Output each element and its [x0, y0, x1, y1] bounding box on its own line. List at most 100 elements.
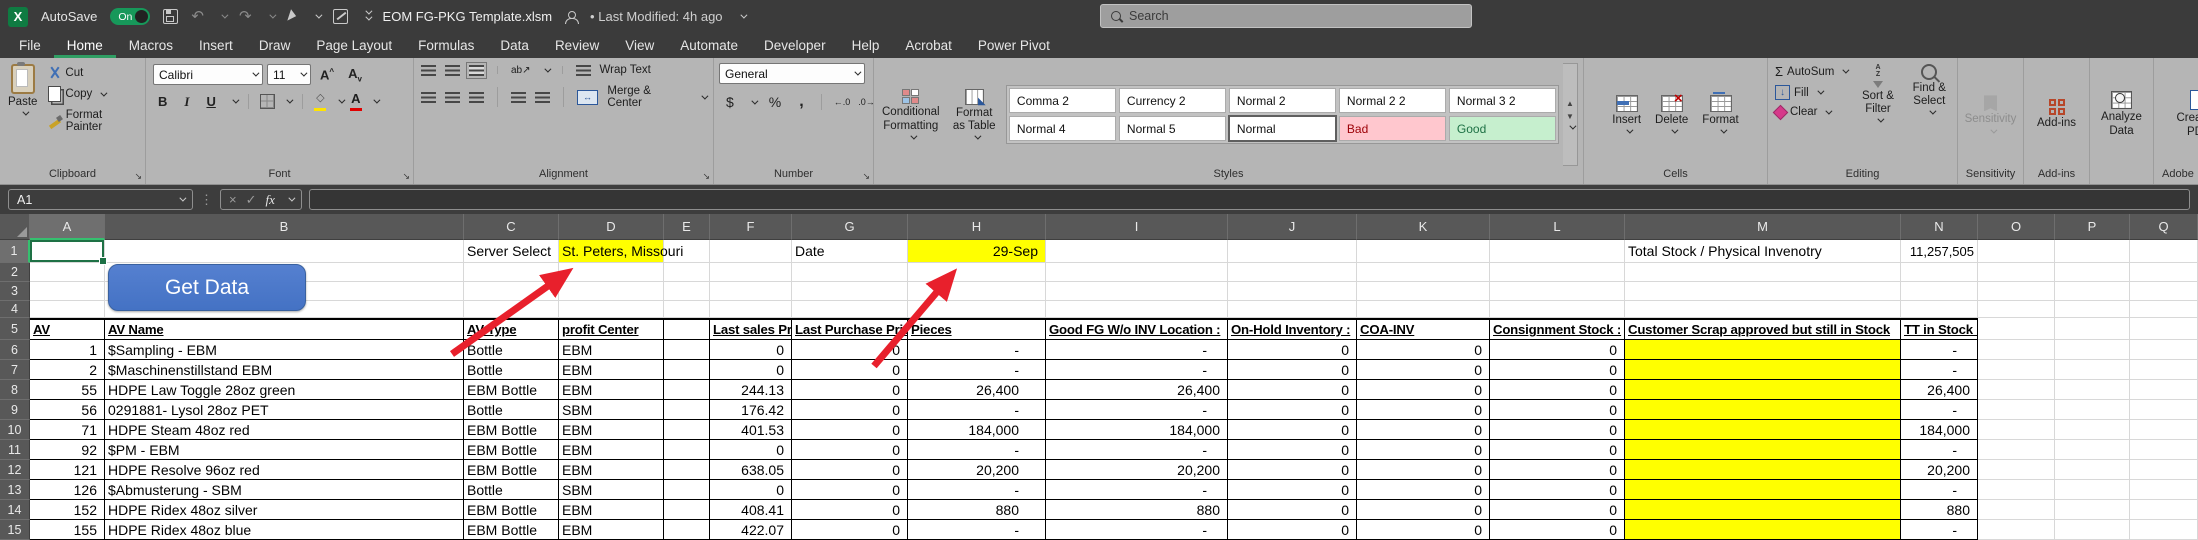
decrease-decimal-button[interactable]: .0→ [858, 97, 875, 107]
cell-P13[interactable] [2055, 480, 2130, 500]
cell-F5[interactable]: Last sales Price [710, 318, 792, 340]
cell-I13[interactable]: - [1046, 480, 1228, 500]
bold-button[interactable]: B [153, 93, 172, 110]
cell-Q12[interactable] [2130, 460, 2198, 480]
cell-L3[interactable] [1490, 282, 1625, 301]
redo-icon[interactable]: ↷ [239, 9, 252, 24]
tab-home[interactable]: Home [54, 33, 116, 58]
comma-style-button[interactable]: , [794, 92, 808, 112]
tab-draw[interactable]: Draw [246, 33, 304, 58]
cell-F10[interactable]: 401.53 [710, 420, 792, 440]
cell-I10[interactable]: 184,000 [1046, 420, 1228, 440]
cell-I3[interactable] [1046, 282, 1228, 301]
cell-J2[interactable] [1228, 263, 1357, 282]
tab-data[interactable]: Data [487, 33, 542, 58]
cell-A11[interactable]: 92 [30, 440, 105, 460]
style-normal-5[interactable]: Normal 5 [1119, 116, 1226, 141]
col-header-F[interactable]: F [710, 214, 792, 240]
cell-A6[interactable]: 1 [30, 340, 105, 360]
cell-A13[interactable]: 126 [30, 480, 105, 500]
underline-button[interactable]: U [201, 93, 220, 110]
row-header-7[interactable]: 7 [0, 360, 30, 380]
cell-G5[interactable]: Last Purchase Price [792, 318, 908, 340]
col-header-P[interactable]: P [2055, 214, 2130, 240]
cell-J1[interactable] [1228, 240, 1357, 263]
style-bad[interactable]: Bad [1339, 116, 1446, 141]
cell-M5[interactable]: Customer Scrap approved but still in Sto… [1625, 318, 1901, 340]
col-header-G[interactable]: G [792, 214, 908, 240]
cell-M10[interactable] [1625, 420, 1901, 440]
align-left-icon[interactable] [421, 92, 436, 103]
cell-E12[interactable] [664, 460, 710, 480]
cell-M3[interactable] [1625, 282, 1901, 301]
tab-automate[interactable]: Automate [667, 33, 751, 58]
cell-M4[interactable] [1625, 301, 1901, 318]
cell-A9[interactable]: 56 [30, 400, 105, 420]
cell-A4[interactable] [30, 301, 105, 318]
cell-P5[interactable] [2055, 318, 2130, 340]
sort-filter-button[interactable]: AZ Sort & Filter [1854, 63, 1901, 124]
cell-C13[interactable]: Bottle [464, 480, 559, 500]
cell-O6[interactable] [1978, 340, 2055, 360]
cell-H11[interactable]: - [908, 440, 1046, 460]
redo-chevron-icon[interactable] [269, 12, 276, 19]
cell-M15[interactable] [1625, 520, 1901, 540]
cell-C8[interactable]: EBM Bottle [464, 380, 559, 400]
style-normal-3-2[interactable]: Normal 3 2 [1449, 88, 1556, 113]
align-middle-icon[interactable] [445, 65, 460, 76]
cell-J5[interactable]: On-Hold Inventory : [1228, 318, 1357, 340]
accounting-format-button[interactable]: $ [721, 93, 739, 111]
cell-D14[interactable]: EBM [559, 500, 664, 520]
cell-K8[interactable]: 0 [1357, 380, 1490, 400]
autosave-toggle[interactable]: On [110, 8, 150, 25]
cell-L14[interactable]: 0 [1490, 500, 1625, 520]
col-header-K[interactable]: K [1357, 214, 1490, 240]
copy-button[interactable]: Copy [46, 85, 140, 103]
style-normal-4[interactable]: Normal 4 [1009, 116, 1116, 141]
cell-N10[interactable]: 184,000 [1901, 420, 1978, 440]
cell-A2[interactable] [30, 263, 105, 282]
cell-L15[interactable]: 0 [1490, 520, 1625, 540]
cell-Q8[interactable] [2130, 380, 2198, 400]
cell-E10[interactable] [664, 420, 710, 440]
cell-L9[interactable]: 0 [1490, 400, 1625, 420]
cell-B14[interactable]: HDPE Ridex 48oz silver [105, 500, 464, 520]
cell-G12[interactable]: 0 [792, 460, 908, 480]
cell-J4[interactable] [1228, 301, 1357, 318]
cell-N13[interactable]: - [1901, 480, 1978, 500]
cell-M14[interactable] [1625, 500, 1901, 520]
cell-C7[interactable]: Bottle [464, 360, 559, 380]
last-modified-chevron-icon[interactable] [740, 12, 747, 19]
orientation-icon[interactable]: ab↗ [511, 65, 531, 76]
cell-C12[interactable]: EBM Bottle [464, 460, 559, 480]
tab-insert[interactable]: Insert [186, 33, 246, 58]
cell-I2[interactable] [1046, 263, 1228, 282]
cell-L12[interactable]: 0 [1490, 460, 1625, 480]
cell-P9[interactable] [2055, 400, 2130, 420]
cell-N1[interactable]: 11,257,505 [1901, 240, 1978, 263]
cell-L5[interactable]: Consignment Stock : [1490, 318, 1625, 340]
cell-A7[interactable]: 2 [30, 360, 105, 380]
cell-O14[interactable] [1978, 500, 2055, 520]
cell-C10[interactable]: EBM Bottle [464, 420, 559, 440]
cell-C11[interactable]: EBM Bottle [464, 440, 559, 460]
cell-B11[interactable]: $PM - EBM [105, 440, 464, 460]
cell-P4[interactable] [2055, 301, 2130, 318]
cell-I8[interactable]: 26,400 [1046, 380, 1228, 400]
cell-L2[interactable] [1490, 263, 1625, 282]
cell-K10[interactable]: 0 [1357, 420, 1490, 440]
cell-C6[interactable]: Bottle [464, 340, 559, 360]
search-input[interactable]: Search [1100, 4, 1472, 28]
cell-C5[interactable]: AV Type [464, 318, 559, 340]
cell-O12[interactable] [1978, 460, 2055, 480]
cell-E11[interactable] [664, 440, 710, 460]
cell-C2[interactable] [464, 263, 559, 282]
cell-B8[interactable]: HDPE Law Toggle 28oz green [105, 380, 464, 400]
percent-style-button[interactable]: % [764, 93, 786, 111]
cell-A3[interactable] [30, 282, 105, 301]
row-header-4[interactable]: 4 [0, 301, 30, 318]
sensitivity-button[interactable]: Sensitivity [1962, 94, 2020, 134]
cell-L8[interactable]: 0 [1490, 380, 1625, 400]
cell-O7[interactable] [1978, 360, 2055, 380]
cell-Q9[interactable] [2130, 400, 2198, 420]
